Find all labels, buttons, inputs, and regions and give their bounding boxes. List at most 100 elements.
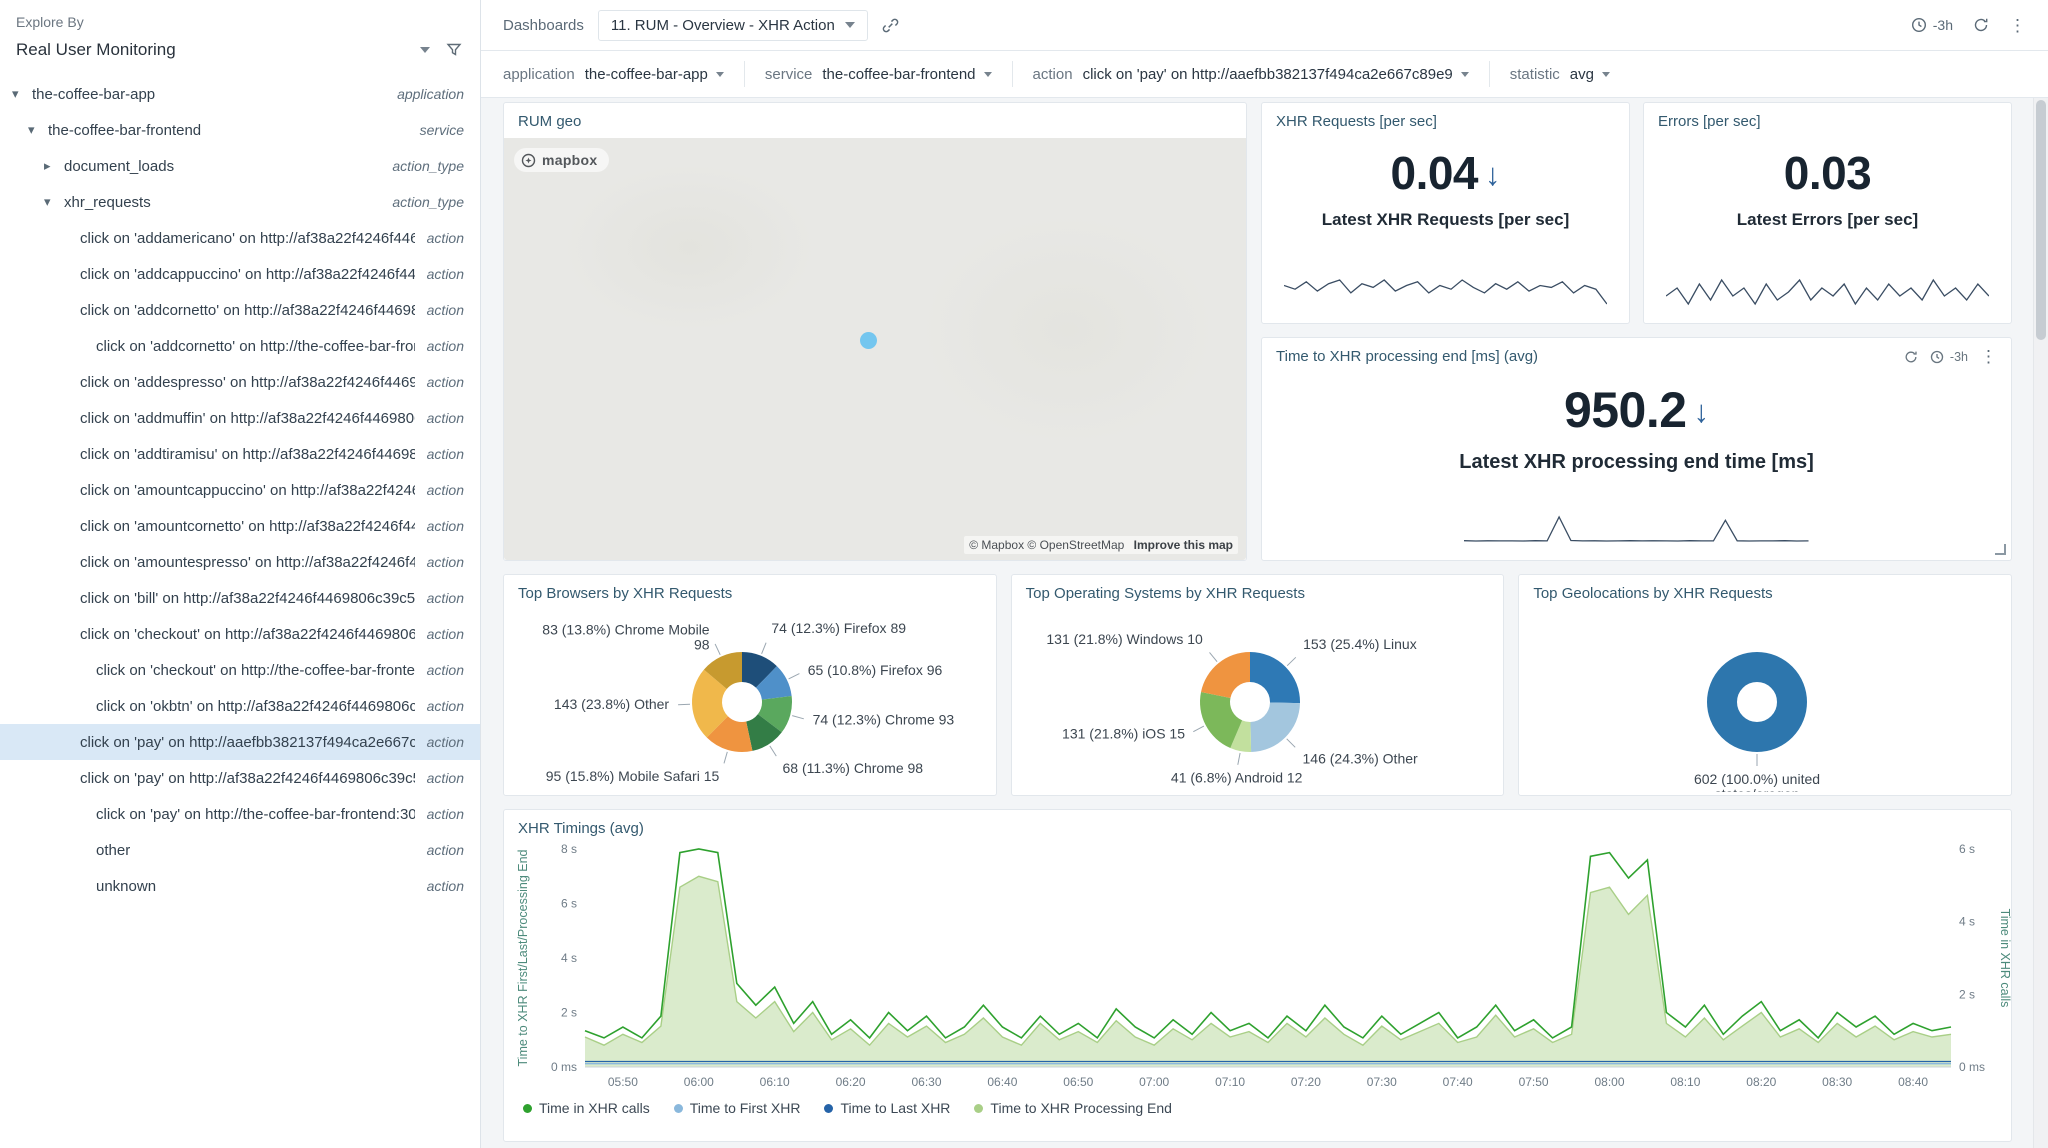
filter-action[interactable]: actionclick on 'pay' on http://aaefbb382… xyxy=(1033,61,1490,87)
arrow-down-icon: ↓ xyxy=(1485,157,1501,193)
svg-text:4 s: 4 s xyxy=(1959,915,1975,929)
tree-item-type: action xyxy=(427,554,464,570)
tree-item[interactable]: click on 'checkout' on http://af38a22f42… xyxy=(0,616,480,652)
filter-funnel-icon[interactable] xyxy=(446,42,462,58)
legend-item[interactable]: Time in XHR calls xyxy=(523,1100,650,1116)
tree-item[interactable]: click on 'addamericano' on http://af38a2… xyxy=(0,220,480,256)
svg-text:08:10: 08:10 xyxy=(1670,1075,1700,1089)
scrollbar[interactable] xyxy=(2033,98,2048,1148)
panel-time-range[interactable]: -3h xyxy=(1930,350,1968,364)
time-range-picker[interactable]: -3h xyxy=(1911,17,1953,33)
panel-top-os: Top Operating Systems by XHR Requests 15… xyxy=(1011,574,1505,796)
topbar-actions: -3h ⋮ xyxy=(1911,17,2026,34)
tree-item[interactable]: click on 'addtiramisu' on http://af38a22… xyxy=(0,436,480,472)
tree-item[interactable]: click on 'addcornetto' on http://the-cof… xyxy=(0,328,480,364)
legend-label: Time to First XHR xyxy=(690,1100,801,1116)
tree-item[interactable]: click on 'bill' on http://af38a22f4246f4… xyxy=(0,580,480,616)
chevron-down-icon[interactable] xyxy=(420,47,430,53)
tree-item[interactable]: ▾xhr_requestsaction_type xyxy=(0,184,480,220)
tree-item[interactable]: click on 'amountcappuccino' on http://af… xyxy=(0,472,480,508)
tree-item[interactable]: click on 'addespresso' on http://af38a22… xyxy=(0,364,480,400)
legend-item[interactable]: Time to First XHR xyxy=(674,1100,801,1116)
mapbox-logo-text: mapbox xyxy=(542,152,597,168)
tree-item[interactable]: click on 'pay' on http://af38a22f4246f44… xyxy=(0,760,480,796)
tree-item[interactable]: click on 'addcornetto' on http://af38a22… xyxy=(0,292,480,328)
tree-item[interactable]: click on 'addmuffin' on http://af38a22f4… xyxy=(0,400,480,436)
filter-value: the-coffee-bar-frontend xyxy=(822,66,975,83)
chevron-down-icon[interactable]: ▾ xyxy=(44,194,64,210)
svg-text:74 (12.3%) Chrome 93: 74 (12.3%) Chrome 93 xyxy=(812,711,954,727)
refresh-icon[interactable] xyxy=(1973,17,1989,33)
tree-item[interactable]: click on 'addcappuccino' on http://af38a… xyxy=(0,256,480,292)
tree-item-type: action_type xyxy=(392,158,464,174)
geo-data-point[interactable] xyxy=(860,332,877,349)
explore-by-label: Explore By xyxy=(16,14,462,30)
explore-group-select[interactable]: Real User Monitoring xyxy=(16,40,462,60)
tree-item-label: click on 'pay' on http://aaefbb382137f49… xyxy=(80,734,415,751)
legend-item[interactable]: Time to XHR Processing End xyxy=(974,1100,1172,1116)
filter-statistic[interactable]: statisticavg xyxy=(1510,61,1630,87)
tree-item[interactable]: ▾the-coffee-bar-frontendservice xyxy=(0,112,480,148)
chevron-right-icon[interactable]: ▸ xyxy=(44,158,64,174)
tree-item-type: action xyxy=(427,698,464,714)
chevron-down-icon[interactable]: ▾ xyxy=(28,122,48,138)
tree-item-type: action xyxy=(427,626,464,642)
panel-top-browsers: Top Browsers by XHR Requests 74 (12.3%) … xyxy=(503,574,997,796)
tree-item[interactable]: ▾the-coffee-bar-appapplication xyxy=(0,76,480,112)
geo-donut-chart[interactable]: 602 (100.0%) unitedstates/oregon xyxy=(1519,606,2011,795)
filter-application[interactable]: applicationthe-coffee-bar-app xyxy=(503,61,745,87)
link-icon[interactable] xyxy=(882,17,899,34)
chevron-down-icon xyxy=(984,72,992,77)
app-window: Explore By Real User Monitoring ▾the-cof… xyxy=(0,0,2048,1148)
mapbox-logo[interactable]: mapbox xyxy=(514,148,609,172)
svg-text:06:40: 06:40 xyxy=(987,1075,1017,1089)
tree-item-label: click on 'pay' on http://the-coffee-bar-… xyxy=(96,806,415,823)
breadcrumb[interactable]: Dashboards xyxy=(503,17,584,34)
errors-sparkline[interactable] xyxy=(1666,277,1989,307)
dashboard-content: RUM geo mapbox © Mapbox © OpenStreet xyxy=(481,98,2048,1148)
tree-item-type: action xyxy=(427,590,464,606)
svg-text:146 (24.3%) Other: 146 (24.3%) Other xyxy=(1302,750,1418,766)
tree-item[interactable]: click on 'pay' on http://aaefbb382137f49… xyxy=(0,724,480,760)
xhr-timings-chart[interactable]: 05:5006:0006:1006:2006:3006:4006:5007:00… xyxy=(511,841,2004,1098)
svg-text:07:50: 07:50 xyxy=(1519,1075,1549,1089)
tree-item-type: action xyxy=(427,410,464,426)
tree-item[interactable]: otheraction xyxy=(0,832,480,868)
svg-text:08:20: 08:20 xyxy=(1746,1075,1776,1089)
tree-item-label: document_loads xyxy=(64,158,380,175)
tree-item-label: click on 'amountcappuccino' on http://af… xyxy=(80,482,415,499)
kebab-icon[interactable]: ⋮ xyxy=(1980,348,1997,365)
errors-label: Latest Errors [per sec] xyxy=(1737,210,1918,230)
resize-handle[interactable] xyxy=(1995,544,2006,555)
tree-item[interactable]: click on 'amountespresso' on http://af38… xyxy=(0,544,480,580)
tree-item[interactable]: click on 'amountcornetto' on http://af38… xyxy=(0,508,480,544)
refresh-icon[interactable] xyxy=(1904,350,1918,364)
tree-item[interactable]: click on 'checkout' on http://the-coffee… xyxy=(0,652,480,688)
svg-text:07:30: 07:30 xyxy=(1367,1075,1397,1089)
tree-item-label: click on 'addmuffin' on http://af38a22f4… xyxy=(80,410,415,427)
panel-title: Top Operating Systems by XHR Requests xyxy=(1012,575,1504,606)
legend-item[interactable]: Time to Last XHR xyxy=(824,1100,950,1116)
dashboard-selector[interactable]: 11. RUM - Overview - XHR Action xyxy=(598,10,868,41)
panel-rum-geo: RUM geo mapbox © Mapbox © OpenStreet xyxy=(503,102,1247,561)
chevron-down-icon[interactable]: ▾ xyxy=(12,86,32,102)
panel-title: XHR Requests [per sec] xyxy=(1262,103,1629,134)
tree-item[interactable]: ▸document_loads action_type xyxy=(0,148,480,184)
kebab-icon[interactable]: ⋮ xyxy=(2009,17,2026,34)
time-to-xhr-sparkline[interactable] xyxy=(1464,514,1809,544)
tree-item[interactable]: unknownaction xyxy=(0,868,480,904)
improve-map-link[interactable]: Improve this map xyxy=(1134,538,1233,552)
scrollbar-thumb[interactable] xyxy=(2036,100,2046,340)
time-to-xhr-label: Latest XHR processing end time [ms] xyxy=(1459,451,1814,474)
xhr-requests-sparkline[interactable] xyxy=(1284,277,1607,307)
browsers-donut-chart[interactable]: 74 (12.3%) Firefox 8965 (10.8%) Firefox … xyxy=(504,606,996,795)
svg-text:74 (12.3%) Firefox 89: 74 (12.3%) Firefox 89 xyxy=(771,620,906,636)
panel-top-geolocations: Top Geolocations by XHR Requests 602 (10… xyxy=(1518,574,2012,796)
rum-geo-map[interactable]: mapbox © Mapbox © OpenStreetMap Improve … xyxy=(504,138,1246,560)
tree-item-label: click on 'checkout' on http://af38a22f42… xyxy=(80,626,415,643)
svg-text:07:00: 07:00 xyxy=(1139,1075,1169,1089)
os-donut-chart[interactable]: 153 (25.4%) Linux146 (24.3%) Other41 (6.… xyxy=(1012,606,1504,795)
tree-item[interactable]: click on 'okbtn' on http://af38a22f4246f… xyxy=(0,688,480,724)
tree-item[interactable]: click on 'pay' on http://the-coffee-bar-… xyxy=(0,796,480,832)
filter-service[interactable]: servicethe-coffee-bar-frontend xyxy=(765,61,1013,87)
